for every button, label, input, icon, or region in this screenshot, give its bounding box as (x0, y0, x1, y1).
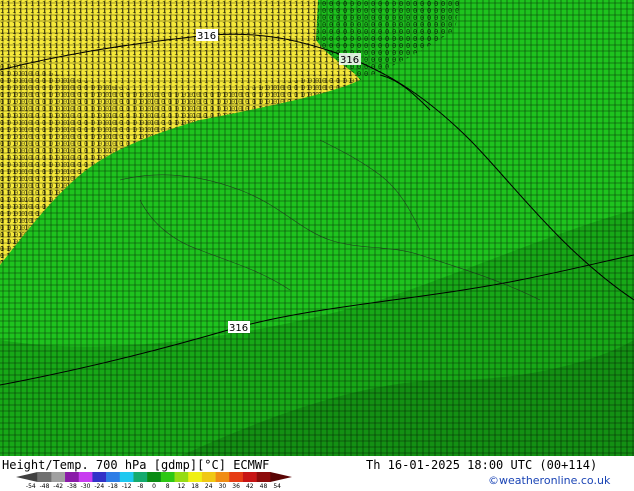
legend-swatch (78, 472, 93, 482)
legend-swatch (147, 472, 162, 482)
legend-tick: -24 (94, 483, 105, 490)
legend-swatch (256, 472, 271, 482)
legend-swatch (174, 472, 189, 482)
legend-tick: -30 (80, 483, 91, 490)
color-legend (16, 472, 292, 482)
legend-swatch (37, 472, 52, 482)
legend-swatch (16, 472, 38, 482)
contour-label-text: 316 (197, 31, 216, 42)
legend-swatch (119, 472, 134, 482)
contour-label: 316 (228, 321, 250, 334)
legend-tick: 8 (165, 483, 170, 490)
contour-label-text: 316 (229, 323, 248, 334)
credit-link[interactable]: ©weatheronline.co.uk (488, 474, 610, 487)
legend-swatch (201, 472, 216, 482)
legend-tick: 30 (218, 483, 227, 490)
legend-swatch (215, 472, 230, 482)
legend-tick: -8 (137, 483, 144, 490)
legend-swatch (270, 472, 292, 482)
legend-tick: 12 (177, 483, 186, 490)
map-title: Height/Temp. 700 hPa [gdmp][°C] ECMWF (2, 458, 270, 472)
contour-label-text: 316 (340, 55, 359, 66)
legend-swatch (133, 472, 148, 482)
legend-tick: -12 (121, 483, 132, 490)
legend-tick: 36 (232, 483, 240, 490)
legend-tick: 18 (191, 483, 199, 490)
legend-tick: 48 (259, 483, 268, 490)
legend-tick: 42 (245, 483, 254, 490)
legend-tick: 24 (204, 483, 213, 490)
legend-tick: 54 (273, 483, 281, 490)
legend-tick: -48 (39, 483, 50, 490)
weather-map: 0 1 316 316 316 (0, 0, 634, 456)
legend-swatch (160, 472, 175, 482)
contour-label: 316 (196, 29, 218, 42)
legend-tick: -42 (53, 483, 64, 490)
legend-swatch (65, 472, 80, 482)
legend-tick: -18 (108, 483, 118, 490)
legend-tick: -54 (25, 483, 36, 490)
legend-swatch (229, 472, 244, 482)
legend-swatch (242, 472, 257, 482)
legend-swatch (188, 472, 203, 482)
valid-datetime: Th 16-01-2025 18:00 UTC (00+114) (366, 458, 598, 472)
legend-tick: 0 (152, 483, 156, 490)
legend-swatch (106, 472, 121, 482)
contour-label: 316 (339, 53, 361, 66)
legend-swatch (92, 472, 107, 482)
legend-tick: -38 (66, 483, 77, 490)
legend-swatch (51, 472, 66, 482)
